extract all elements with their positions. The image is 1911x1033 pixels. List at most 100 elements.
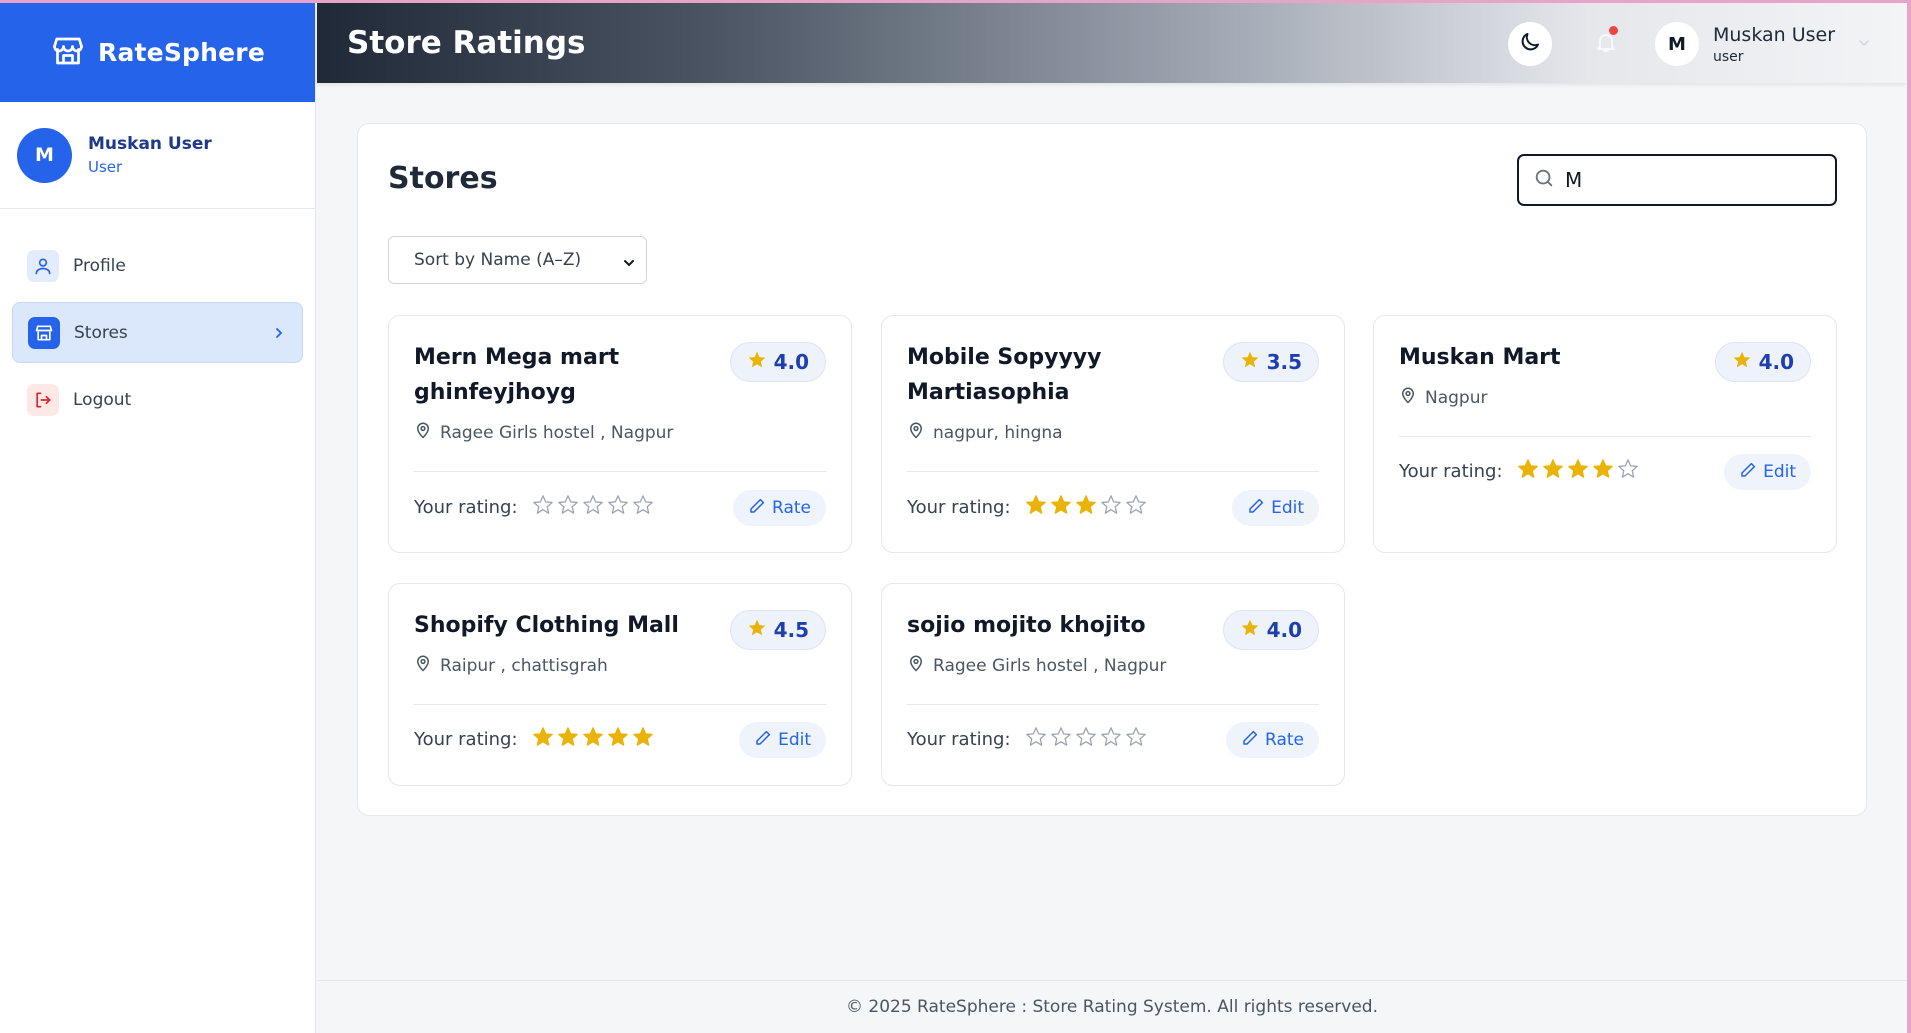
logout-icon xyxy=(27,383,59,416)
page-title: Store Ratings xyxy=(347,25,586,61)
chevron-down-icon xyxy=(622,255,636,275)
sidebar-item-stores[interactable]: Stores xyxy=(12,302,303,363)
sidebar-user: M Muskan User User xyxy=(0,102,315,209)
theme-toggle-button[interactable] xyxy=(1508,22,1552,66)
action-label: Edit xyxy=(1271,498,1304,518)
star-filled-icon[interactable] xyxy=(1542,458,1564,485)
your-rating-label: Your rating: xyxy=(1399,461,1503,482)
store-location-text: Ragee Girls hostel , Nagpur xyxy=(933,655,1167,676)
sidebar-item-logout[interactable]: Logout xyxy=(12,369,303,430)
edit-button[interactable]: Edit xyxy=(1724,454,1811,490)
star-icon xyxy=(1240,618,1260,643)
pencil-icon xyxy=(1247,497,1265,520)
your-rating-label: Your rating: xyxy=(414,497,518,518)
star-filled-icon[interactable] xyxy=(1050,494,1072,521)
store-location-text: Raipur , chattisgrah xyxy=(440,655,608,676)
sidebar: RateSphere M Muskan User User Profile St… xyxy=(0,3,316,1033)
footer-text: © 2025 RateSphere : Store Rating System.… xyxy=(845,997,1378,1017)
your-rating: Your rating: xyxy=(1399,458,1639,485)
store-name: Muskan Mart xyxy=(1399,345,1561,370)
star-filled-icon[interactable] xyxy=(532,726,554,753)
sidebar-item-label: Profile xyxy=(73,255,126,276)
divider xyxy=(414,704,826,705)
pencil-icon xyxy=(748,497,766,520)
average-rating-value: 4.5 xyxy=(773,618,809,642)
pencil-icon xyxy=(754,729,772,752)
star-filled-icon[interactable] xyxy=(1075,494,1097,521)
store-icon xyxy=(28,316,60,349)
star-empty-icon[interactable] xyxy=(1100,494,1122,521)
average-rating-badge: 4.0 xyxy=(1714,342,1811,382)
star-empty-icon[interactable] xyxy=(1125,726,1147,753)
star-empty-icon[interactable] xyxy=(1617,458,1639,485)
star-empty-icon[interactable] xyxy=(1025,726,1047,753)
search-icon xyxy=(1533,167,1555,193)
store-card: Mobile Sopyyyy Martiasophia 3.5 nagpur, … xyxy=(881,315,1345,553)
avatar: M xyxy=(17,127,72,183)
star-filled-icon[interactable] xyxy=(1517,458,1539,485)
star-empty-icon[interactable] xyxy=(557,494,579,521)
star-empty-icon[interactable] xyxy=(1050,726,1072,753)
sidebar-item-profile[interactable]: Profile xyxy=(12,235,303,296)
average-rating-badge: 4.0 xyxy=(1222,610,1319,650)
star-filled-icon[interactable] xyxy=(632,726,654,753)
store-location: Nagpur xyxy=(1399,386,1487,409)
star-filled-icon[interactable] xyxy=(557,726,579,753)
average-rating-value: 4.0 xyxy=(773,350,809,374)
star-rating xyxy=(532,726,654,753)
store-card: Mern Mega mart ghinfeyjhoyg 4.0 Ragee Gi… xyxy=(388,315,852,553)
sort-select[interactable]: Sort by Name (A–Z) xyxy=(388,236,647,284)
star-filled-icon[interactable] xyxy=(607,726,629,753)
window-border-top xyxy=(0,0,1911,3)
star-filled-icon[interactable] xyxy=(1567,458,1589,485)
your-rating: Your rating: xyxy=(414,494,654,521)
notifications-button[interactable] xyxy=(1584,22,1628,66)
star-empty-icon[interactable] xyxy=(532,494,554,521)
edit-button[interactable]: Edit xyxy=(1232,490,1319,526)
map-pin-icon xyxy=(907,654,925,677)
star-filled-icon[interactable] xyxy=(582,726,604,753)
star-icon xyxy=(747,350,767,375)
chevron-right-icon xyxy=(272,323,286,348)
user-menu[interactable]: M Muskan User user xyxy=(1655,22,1871,66)
store-name: sojio mojito khojito xyxy=(907,613,1146,638)
search-box[interactable] xyxy=(1517,154,1837,206)
rate-button[interactable]: Rate xyxy=(733,490,826,526)
rate-button[interactable]: Rate xyxy=(1226,722,1319,758)
sidebar-user-role: User xyxy=(88,158,123,176)
your-rating-label: Your rating: xyxy=(907,497,1011,518)
star-empty-icon[interactable] xyxy=(582,494,604,521)
star-empty-icon[interactable] xyxy=(607,494,629,521)
star-empty-icon[interactable] xyxy=(632,494,654,521)
store-name: Shopify Clothing Mall xyxy=(414,613,679,638)
star-empty-icon[interactable] xyxy=(1100,726,1122,753)
edit-button[interactable]: Edit xyxy=(739,722,826,758)
brand-header[interactable]: RateSphere xyxy=(0,3,315,102)
star-icon xyxy=(1732,350,1752,375)
store-location-text: Nagpur xyxy=(1425,387,1488,408)
your-rating: Your rating: xyxy=(907,726,1147,753)
footer: © 2025 RateSphere : Store Rating System.… xyxy=(317,980,1907,1033)
star-rating xyxy=(532,494,654,521)
star-empty-icon[interactable] xyxy=(1075,726,1097,753)
average-rating-badge: 4.5 xyxy=(729,610,826,650)
store-location: Ragee Girls hostel , Nagpur xyxy=(907,654,1166,677)
search-input[interactable] xyxy=(1565,168,1805,192)
store-location: nagpur, hingna xyxy=(907,421,1063,444)
stores-panel: Stores Sort by Name (A–Z) Mern Mega mart… xyxy=(357,123,1867,816)
chevron-down-icon xyxy=(1857,35,1871,54)
top-header: Store Ratings M Muskan User user xyxy=(317,3,1907,83)
divider xyxy=(414,471,826,472)
star-filled-icon[interactable] xyxy=(1592,458,1614,485)
map-pin-icon xyxy=(414,421,432,444)
star-empty-icon[interactable] xyxy=(1125,494,1147,521)
divider xyxy=(1399,436,1811,437)
store-location: Ragee Girls hostel , Nagpur xyxy=(414,421,673,444)
map-pin-icon xyxy=(414,654,432,677)
star-filled-icon[interactable] xyxy=(1025,494,1047,521)
your-rating: Your rating: xyxy=(907,494,1147,521)
action-label: Rate xyxy=(772,498,811,518)
store-card: Muskan Mart 4.0 Nagpur Your rating: Edit xyxy=(1373,315,1837,553)
average-rating-value: 4.0 xyxy=(1266,618,1302,642)
header-user-name: Muskan User xyxy=(1713,23,1836,46)
